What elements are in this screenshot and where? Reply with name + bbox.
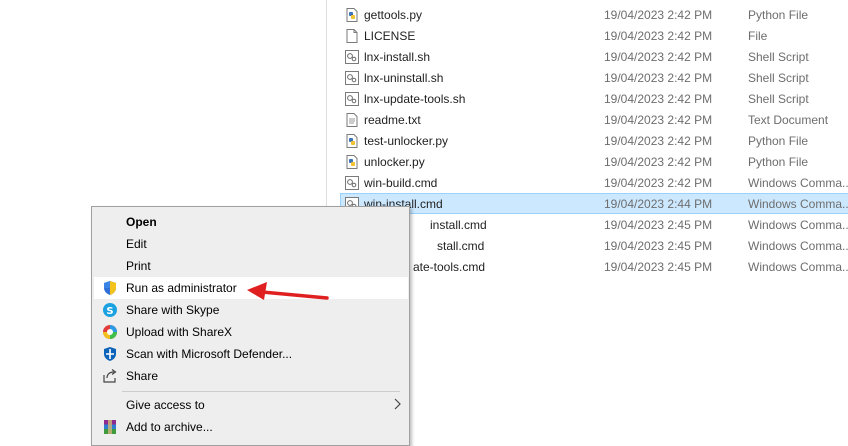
file-name: ate-tools.cmd (413, 260, 486, 274)
file-row[interactable]: stall.cmd 19/04/2023 2:45 PM Windows Com… (340, 235, 848, 256)
file-type: File (748, 29, 768, 43)
file-date: 19/04/2023 2:42 PM (604, 71, 713, 85)
share-icon (103, 369, 117, 383)
menu-item-label: Share with Skype (126, 303, 220, 317)
menu-separator (122, 391, 400, 392)
menu-item-edit[interactable]: Edit (94, 233, 408, 255)
file-date: 19/04/2023 2:42 PM (604, 155, 713, 169)
file-row[interactable]: lnx-update-tools.sh 19/04/2023 2:42 PM S… (340, 88, 848, 109)
file-name: readme.txt (364, 113, 421, 127)
blank-file-icon (346, 29, 358, 43)
menu-item-label: Give access to (126, 398, 205, 412)
file-date: 19/04/2023 2:42 PM (604, 29, 713, 43)
menu-item-print[interactable]: Print (94, 255, 408, 277)
file-date: 19/04/2023 2:45 PM (604, 239, 713, 253)
file-date: 19/04/2023 2:45 PM (604, 218, 713, 232)
file-type: Python File (748, 134, 809, 148)
file-row-selected[interactable]: win-install.cmd 19/04/2023 2:44 PM Windo… (340, 193, 848, 214)
menu-item-share-with-skype[interactable]: S Share with Skype (94, 299, 408, 321)
file-type: Text Document (748, 113, 829, 127)
menu-item-add-to-archive[interactable]: Add to archive... (94, 416, 408, 438)
file-row[interactable]: test-unlocker.py 19/04/2023 2:42 PM Pyth… (340, 130, 848, 151)
sharex-icon (103, 325, 117, 339)
file-type: Windows Comma... (748, 176, 848, 190)
file-row[interactable]: readme.txt 19/04/2023 2:42 PM Text Docum… (340, 109, 848, 130)
uac-shield-icon (104, 281, 116, 295)
file-type: Shell Script (748, 50, 809, 64)
menu-item-open[interactable]: Open (94, 211, 408, 233)
file-date: 19/04/2023 2:42 PM (604, 92, 713, 106)
file-name: gettools.py (364, 8, 423, 22)
script-file-icon (345, 71, 359, 85)
file-row[interactable]: lnx-uninstall.sh 19/04/2023 2:42 PM Shel… (340, 67, 848, 88)
file-date: 19/04/2023 2:44 PM (604, 197, 713, 211)
file-type: Python File (748, 155, 809, 169)
menu-item-give-access-to[interactable]: Give access to (94, 394, 408, 416)
file-date: 19/04/2023 2:42 PM (604, 50, 713, 64)
winrar-icon (104, 420, 116, 434)
menu-item-share[interactable]: Share (94, 365, 408, 387)
file-row[interactable]: install.cmd 19/04/2023 2:45 PM Windows C… (340, 214, 848, 235)
file-row[interactable]: lnx-install.sh 19/04/2023 2:42 PM Shell … (340, 46, 848, 67)
file-name: win-build.cmd (364, 176, 438, 190)
python-file-icon (346, 134, 358, 148)
menu-item-label: Run as administrator (126, 281, 237, 295)
defender-icon (104, 347, 116, 361)
file-date: 19/04/2023 2:42 PM (604, 134, 713, 148)
menu-item-label: Open (126, 215, 157, 229)
menu-item-label: Add to archive... (126, 420, 213, 434)
file-name: lnx-install.sh (364, 50, 431, 64)
menu-item-scan-with-defender[interactable]: Scan with Microsoft Defender... (94, 343, 408, 365)
menu-item-label: Share (126, 369, 159, 383)
file-name: install.cmd (430, 218, 487, 232)
file-type: Shell Script (748, 71, 809, 85)
file-type: Windows Comma... (748, 218, 848, 232)
file-type: Shell Script (748, 92, 809, 106)
svg-text:S: S (106, 306, 113, 317)
menu-item-run-as-administrator[interactable]: Run as administrator (94, 277, 408, 299)
file-date: 19/04/2023 2:42 PM (604, 113, 713, 127)
file-row[interactable]: LICENSE 19/04/2023 2:42 PM File (340, 25, 848, 46)
file-row[interactable]: gettools.py 19/04/2023 2:42 PM Python Fi… (340, 4, 848, 25)
file-name: LICENSE (364, 29, 416, 43)
file-date: 19/04/2023 2:42 PM (604, 176, 713, 190)
python-file-icon (346, 155, 358, 169)
script-file-icon (345, 176, 359, 190)
file-date: 19/04/2023 2:42 PM (604, 8, 713, 22)
menu-item-upload-with-sharex[interactable]: Upload with ShareX (94, 321, 408, 343)
menu-item-label: Scan with Microsoft Defender... (126, 347, 293, 361)
skype-icon: S (103, 303, 117, 317)
file-type: Windows Comma... (748, 197, 848, 211)
file-name: stall.cmd (437, 239, 485, 253)
file-type: Windows Comma... (748, 260, 848, 274)
file-name: unlocker.py (364, 155, 425, 169)
script-file-icon (345, 50, 359, 64)
file-name: lnx-uninstall.sh (364, 71, 444, 85)
file-row[interactable]: unlocker.py 19/04/2023 2:42 PM Python Fi… (340, 151, 848, 172)
file-name: lnx-update-tools.sh (364, 92, 466, 106)
text-file-icon (346, 113, 358, 127)
menu-item-label: Upload with ShareX (126, 325, 233, 339)
chevron-right-icon (394, 398, 401, 410)
file-row[interactable]: ate-tools.cmd 19/04/2023 2:45 PM Windows… (340, 256, 848, 277)
file-type: Python File (748, 8, 809, 22)
file-type: Windows Comma... (748, 239, 848, 253)
menu-item-label: Edit (126, 237, 147, 251)
menu-item-label: Print (126, 259, 151, 273)
file-name: test-unlocker.py (364, 134, 449, 148)
python-file-icon (346, 8, 358, 22)
context-menu: Open Edit Print Run as administrator S S… (91, 206, 410, 446)
file-date: 19/04/2023 2:45 PM (604, 260, 713, 274)
script-file-icon (345, 92, 359, 106)
file-row[interactable]: win-build.cmd 19/04/2023 2:42 PM Windows… (340, 172, 848, 193)
